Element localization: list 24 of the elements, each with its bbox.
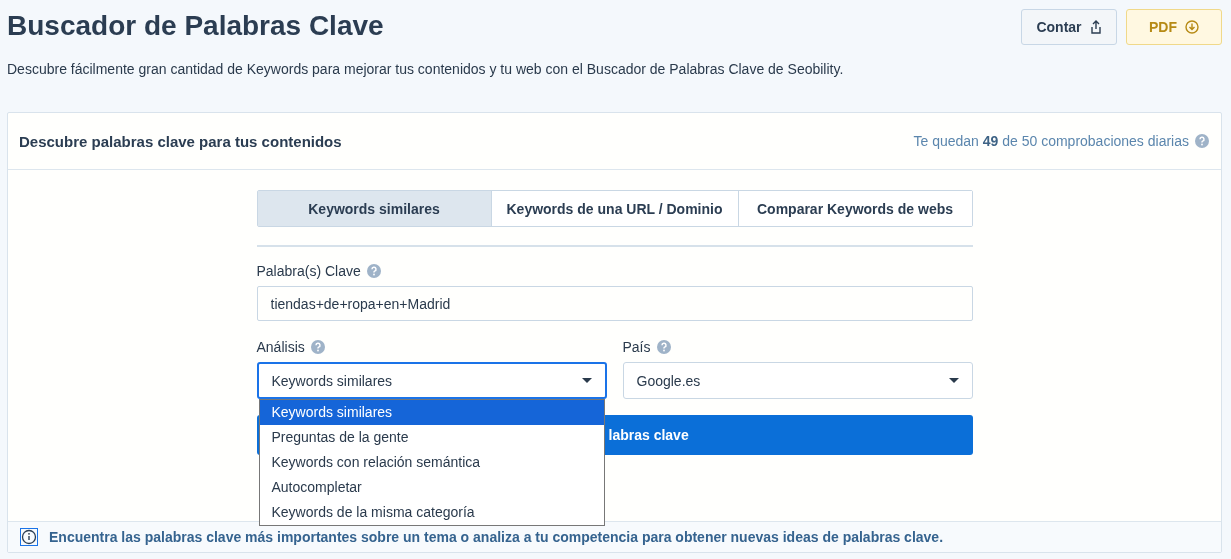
- page-description: Descubre fácilmente gran cantidad de Keywords para mejorar tus contenidos y tu web con el Buscador de Palabras Clave de Seobility.: [7, 61, 845, 77]
- page-title: Buscador de Palabras Clave: [7, 10, 384, 42]
- help-icon[interactable]: [656, 340, 671, 354]
- dropdown-option[interactable]: Keywords similares: [259, 400, 604, 425]
- help-icon[interactable]: [1195, 134, 1209, 148]
- tab[interactable]: Keywords similares: [257, 191, 491, 226]
- count-button[interactable]: Contar: [1021, 9, 1117, 45]
- analysis-select[interactable]: Keywords similares: [256, 362, 607, 399]
- card-title: Descubre palabras clave para tus contenidos: [19, 132, 342, 150]
- download-icon: [1185, 20, 1199, 34]
- info-icon: [20, 528, 38, 546]
- help-icon[interactable]: [310, 340, 325, 354]
- info-text: Encuentra las palabras clave más importantes sobre un tema o analiza a tu competencia para obtener nuevas ideas de palabras clave.: [49, 529, 944, 545]
- caret-icon: [948, 378, 959, 383]
- field-label: País: [622, 339, 651, 355]
- share-icon: [1089, 20, 1102, 34]
- country-select[interactable]: Google.es: [622, 362, 973, 399]
- quota-text: Te quedan 49 de 50 comprobaciones diarias: [913, 133, 1189, 149]
- field-label: Análisis: [256, 339, 305, 355]
- caret-icon: [581, 378, 592, 383]
- field-label: Palabra(s) Clave: [256, 263, 361, 279]
- tab[interactable]: Comparar Keywords de webs: [737, 191, 972, 226]
- help-icon[interactable]: [366, 264, 381, 278]
- keyword-input-field[interactable]: tiendas+de+ropa+en+Madrid: [256, 286, 973, 321]
